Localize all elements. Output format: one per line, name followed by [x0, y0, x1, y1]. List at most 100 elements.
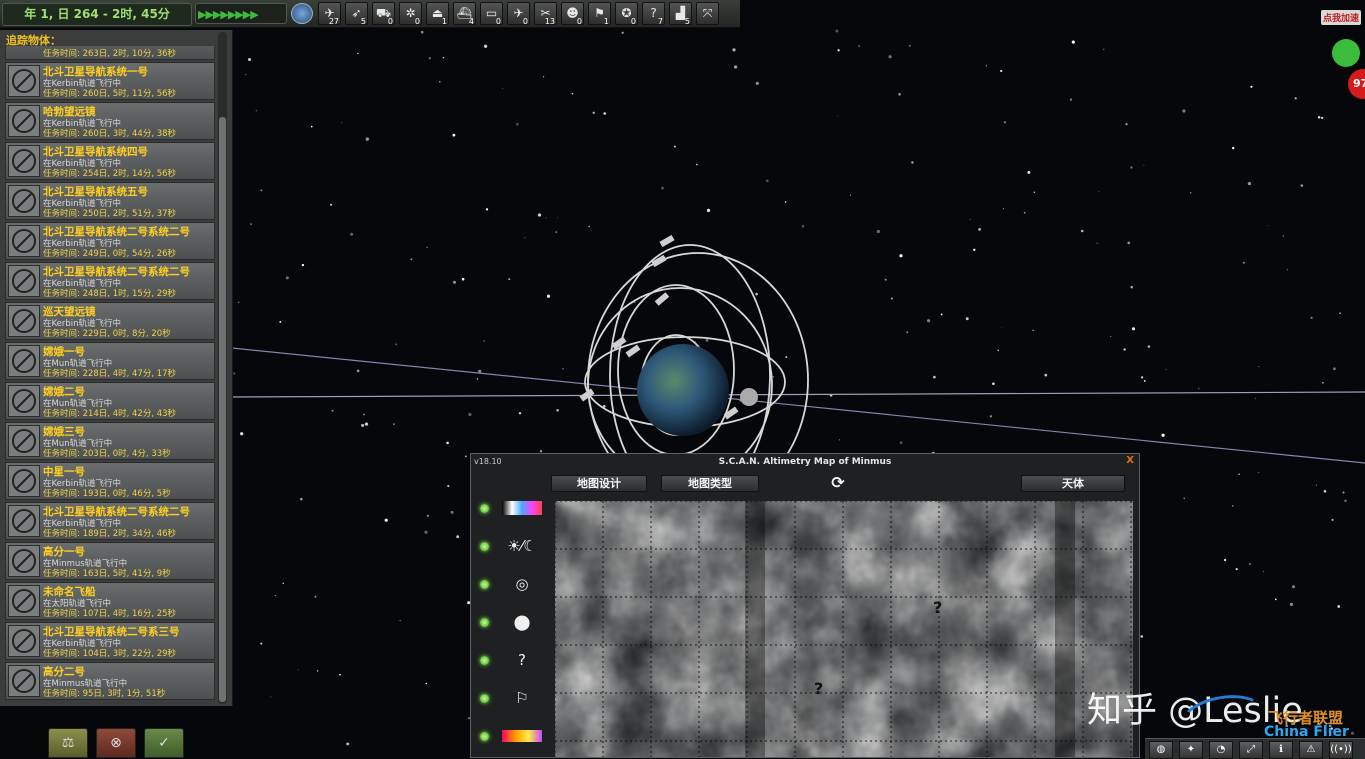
list-item[interactable]: 北斗卫星导航系统二号系统二号 在Kerbin轨道飞行中 任务时间: 248日, 1时… [5, 262, 215, 300]
star [1143, 164, 1145, 166]
celestial-body-button[interactable]: 天体 [1021, 475, 1125, 492]
scrollbar-thumb[interactable] [219, 117, 226, 702]
time-warp-button[interactable] [291, 3, 313, 24]
mission-time: 任务时间: 95日, 3时, 1分, 51秒 [43, 689, 166, 699]
toggle-indicator[interactable] [480, 542, 489, 551]
map-design-button[interactable]: 地图设计 [551, 475, 647, 492]
close-button[interactable]: X [1126, 455, 1134, 466]
list-item[interactable]: 北斗卫星导航系统二号系三号 在Kerbin轨道飞行中 任务时间: 104日, 3时,… [5, 622, 215, 660]
terminate-button[interactable]: ⊗ [96, 728, 136, 758]
rocket-filter-button[interactable]: ✈ 27 [318, 2, 341, 26]
speedup-widget[interactable]: 点我加速 97 [1318, 7, 1365, 107]
anomaly-marker[interactable]: ? [933, 598, 942, 617]
toggle-indicator[interactable] [480, 618, 489, 627]
day-night-icon[interactable]: ☀⁄☾ [502, 537, 542, 555]
antenna-app-button[interactable]: ((•)) [1329, 741, 1353, 759]
globe-app-button[interactable]: ◍ [1149, 741, 1173, 759]
flag-filter-button[interactable]: ⚑ 1 [588, 2, 611, 26]
star [1123, 348, 1126, 351]
waypoint-icon[interactable]: ⬤ [502, 613, 542, 631]
list-item[interactable]: 巡天望远镜 在Kerbin轨道飞行中 任务时间: 229日, 0时, 8分, 20秒 [5, 302, 215, 340]
map-type-button[interactable]: 地图类型 [661, 475, 759, 492]
warning-app-button[interactable]: ⚠ [1299, 741, 1323, 759]
biome-ramp-icon[interactable] [502, 730, 542, 742]
toggle-indicator[interactable] [480, 656, 489, 665]
star [592, 111, 595, 114]
maneuver-app-button[interactable]: ⤢ [1239, 741, 1263, 759]
list-item[interactable]: 北斗卫星导航系统五号 在Kerbin轨道飞行中 任务时间: 250日, 2时, 51… [5, 182, 215, 220]
anomaly-marker[interactable]: ? [814, 679, 823, 698]
list-item[interactable]: 高分一号 在Minmus轨道飞行中 任务时间: 163日, 5时, 41分, 9秒 [5, 542, 215, 580]
tracking-station-panel: 追踪物体： 任务时间: 263日, 2时, 10分, 36秒 北斗卫星导航系统一… [0, 30, 233, 706]
probe-filter-button[interactable]: ➶ 5 [345, 2, 368, 26]
relay-filter-button[interactable]: ✂ 13 [534, 2, 557, 26]
toggle-indicator[interactable] [480, 580, 489, 589]
star [297, 669, 299, 671]
kac-app-button[interactable]: ◔ [1209, 741, 1233, 759]
star [1127, 241, 1131, 245]
star [270, 696, 272, 698]
list-item[interactable]: 嫦娥一号 在Mun轨道飞行中 任务时间: 228日, 4时, 47分, 17秒 [5, 342, 215, 380]
star [765, 179, 769, 183]
star [1232, 146, 1235, 150]
mun-moon[interactable] [740, 388, 758, 406]
star [468, 412, 472, 417]
rover-filter-button[interactable]: ⛟ 0 [372, 2, 395, 26]
list-item[interactable]: 高分二号 在Minmus轨道飞行中 任务时间: 95日, 3时, 1分, 51秒 [5, 662, 215, 700]
scrollbar[interactable] [218, 32, 227, 704]
star [1337, 605, 1341, 608]
color-ramp-icon[interactable] [502, 501, 542, 515]
speedup-label[interactable]: 点我加速 [1321, 10, 1362, 25]
star [450, 510, 454, 514]
toggle-indicator[interactable] [480, 694, 489, 703]
list-item[interactable]: 任务时间: 263日, 2时, 10分, 36秒 [5, 46, 215, 60]
eva-filter-button[interactable]: ☻ 0 [561, 2, 584, 26]
list-item[interactable]: 嫦娥二号 在Mun轨道飞行中 任务时间: 214日, 4时, 42分, 43秒 [5, 382, 215, 420]
expand-filter-button[interactable]: ⤧ [696, 2, 719, 25]
lander-filter-button[interactable]: ⏏ 1 [426, 2, 449, 26]
recover-button[interactable]: ✓ [144, 728, 184, 758]
unknown-filter-button[interactable]: ? 7 [642, 2, 665, 26]
altimetry-map[interactable]: ? ? [555, 501, 1133, 757]
star [384, 518, 388, 522]
star [555, 231, 558, 234]
star [1098, 191, 1100, 193]
debris-filter-button[interactable]: ✪ 0 [615, 2, 638, 26]
list-item[interactable]: 北斗卫星导航系统一号 在Kerbin轨道飞行中 任务时间: 260日, 5时, 11… [5, 62, 215, 100]
list-item[interactable]: 中星一号 在Kerbin轨道飞行中 任务时间: 193日, 0时, 46分, 5秒 [5, 462, 215, 500]
mission-time: 任务时间: 250日, 2时, 51分, 37秒 [43, 209, 177, 219]
flag-icon[interactable]: ⚐ [502, 689, 542, 707]
list-item[interactable]: 北斗卫星导航系统二号系统二号 在Kerbin轨道飞行中 任务时间: 189日, 2时… [5, 502, 215, 540]
fly-button[interactable]: ⚖ [48, 728, 88, 758]
toggle-indicator[interactable] [480, 504, 489, 513]
probe-icon [8, 185, 40, 217]
star [557, 217, 559, 219]
refresh-icon[interactable]: ⟳ [826, 475, 850, 492]
star [876, 229, 881, 234]
list-item[interactable]: 未命名飞船 在太阳轨道飞行中 任务时间: 107日, 4时, 16分, 25秒 [5, 582, 215, 620]
scan-altimetry-window: v18.10 S.C.A.N. Altimetry Map of Minmus … [470, 453, 1140, 758]
list-item[interactable]: 嫦娥三号 在Mun轨道飞行中 任务时间: 203日, 0时, 4分, 33秒 [5, 422, 215, 460]
star [399, 619, 401, 622]
scansat-app-button[interactable]: ✦ [1179, 741, 1203, 759]
building-filter-button[interactable]: ▟ 5 [669, 2, 692, 26]
base-filter-button[interactable]: ▭ 0 [480, 2, 503, 26]
toggle-indicator[interactable] [480, 732, 489, 741]
station-filter-button[interactable]: ✲ 0 [399, 2, 422, 26]
list-item[interactable]: 北斗卫星导航系统四号 在Kerbin轨道飞行中 任务时间: 254日, 2时, 14… [5, 142, 215, 180]
ship-filter-button[interactable]: ⛴ 4 [453, 2, 476, 26]
vessel-count: 0 [495, 17, 501, 26]
grid-icon[interactable]: ◎ [502, 575, 542, 593]
list-item[interactable]: 北斗卫星导航系统二号系统二号 在Kerbin轨道飞行中 任务时间: 249日, 0时… [5, 222, 215, 260]
window-title[interactable]: S.C.A.N. Altimetry Map of Minmus [471, 457, 1139, 467]
kerbin-planet[interactable] [637, 344, 729, 436]
plane-filter-button[interactable]: ✈ 0 [507, 2, 530, 26]
star [1023, 211, 1026, 214]
list-item[interactable]: 哈勃望远镜 在Kerbin轨道飞行中 任务时间: 260日, 3时, 44分, 38… [5, 102, 215, 140]
anomaly-icon[interactable]: ? [502, 651, 542, 669]
star [899, 441, 903, 444]
time-warp-indicator[interactable]: ▶▶▶▶▶▶▶▶ [195, 3, 287, 24]
star [1235, 567, 1238, 571]
speedup-mascot-icon[interactable] [1332, 39, 1360, 67]
info-app-button[interactable]: ℹ [1269, 741, 1293, 759]
